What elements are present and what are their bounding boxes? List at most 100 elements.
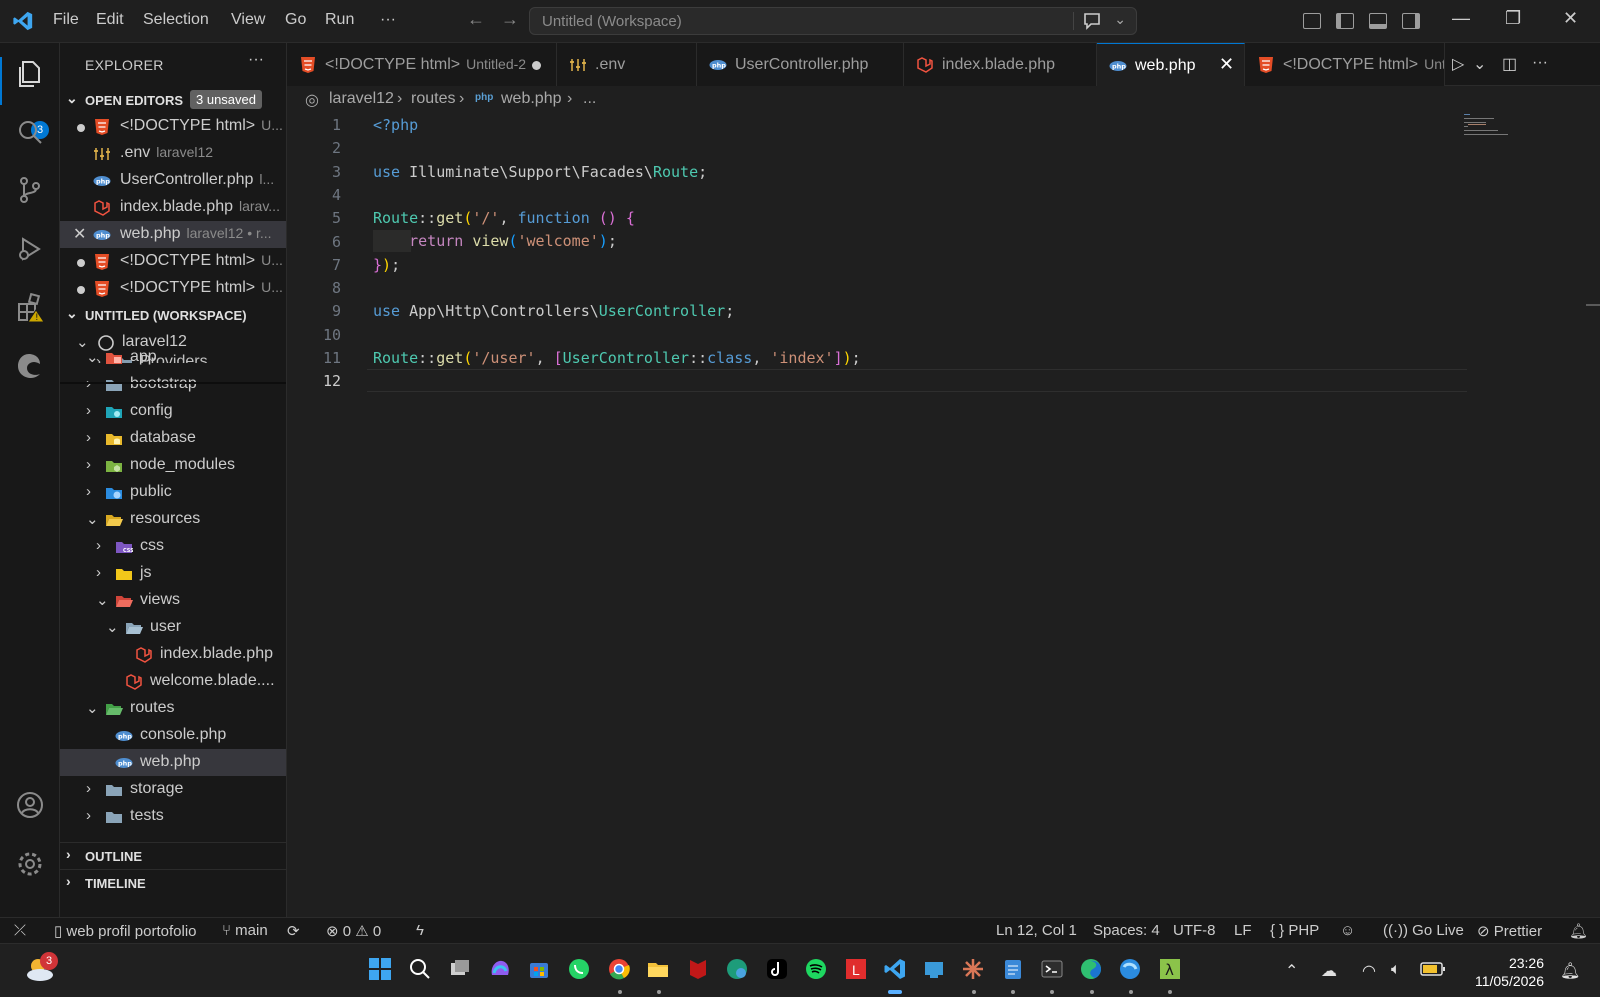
tree-folder-item[interactable]: › config	[60, 398, 286, 425]
minimap[interactable]	[1460, 112, 1520, 142]
copilot-chat-icon[interactable]	[1082, 12, 1102, 30]
edge-dev-icon[interactable]	[1118, 957, 1142, 981]
task-view-icon[interactable]	[448, 957, 472, 981]
chevron-down-icon[interactable]: ⌄	[1114, 11, 1126, 28]
terminal-icon[interactable]	[1040, 957, 1064, 981]
go-live-item[interactable]: ((·)) Go Live	[1383, 922, 1464, 939]
open-editor-item[interactable]: <!DOCTYPE html> U...	[60, 248, 286, 275]
battery-icon[interactable]	[1420, 962, 1446, 976]
wifi-icon[interactable]: ◠	[1362, 961, 1376, 981]
run-dropdown-chevron-icon[interactable]: ⌄	[1473, 54, 1486, 74]
edge-devtools-icon[interactable]	[14, 350, 46, 382]
notepad-icon[interactable]	[1001, 957, 1025, 981]
open-editor-item[interactable]: php UserController.php l...	[60, 167, 286, 194]
menu-run[interactable]: Run	[325, 11, 354, 29]
editor-tab[interactable]: php web.php ✕	[1097, 43, 1245, 86]
tree-folder-item[interactable]: ›bootstrap	[60, 371, 286, 398]
search-icon[interactable]	[408, 957, 432, 981]
tree-folder-item[interactable]: › CSS css	[60, 533, 286, 560]
close-window-icon[interactable]: ✕	[1563, 8, 1578, 29]
back-arrow-icon[interactable]: ←	[467, 9, 485, 30]
lightning-icon[interactable]: ϟ	[416, 922, 424, 939]
claude-icon[interactable]	[961, 957, 985, 981]
menu-file[interactable]: File	[53, 11, 79, 29]
notification-center-icon[interactable]: 🔔︎	[1560, 961, 1580, 981]
mcafee-icon[interactable]	[686, 957, 710, 981]
tree-folder-item[interactable]: ⌄ resources	[60, 506, 286, 533]
open-editor-item[interactable]: <!DOCTYPE html> U...	[60, 113, 286, 140]
tree-folder-item[interactable]: › storage	[60, 776, 286, 803]
tree-folder-item[interactable]: ⌄ app	[60, 344, 286, 371]
editor-tab[interactable]: php UserController.php	[697, 43, 904, 86]
indentation[interactable]: Spaces: 4	[1093, 922, 1160, 939]
tray-chevron-icon[interactable]: ⌃	[1285, 961, 1298, 981]
editor-tab[interactable]: <!DOCTYPE html> Unt	[1245, 43, 1445, 86]
whatsapp-icon[interactable]	[567, 957, 591, 981]
timeline-header[interactable]: › TIMELINE	[60, 869, 286, 895]
toggle-secondary-sidebar-icon[interactable]	[1402, 13, 1420, 29]
run-debug-icon[interactable]	[14, 233, 46, 265]
encoding[interactable]: UTF-8	[1173, 922, 1216, 939]
file-explorer-icon[interactable]	[646, 957, 670, 981]
customize-layout-icon[interactable]	[1303, 13, 1321, 29]
menu-more[interactable]: ···	[380, 11, 396, 29]
volume-icon[interactable]: 🔈︎	[1391, 961, 1401, 979]
project-item[interactable]: ▯ web profil portofolio	[54, 922, 197, 940]
command-center[interactable]: Untitled (Workspace) ⌄	[529, 7, 1137, 35]
open-editor-item[interactable]: <!DOCTYPE html> U...	[60, 275, 286, 302]
run-file-icon[interactable]: ▷	[1452, 54, 1464, 74]
toggle-panel-icon[interactable]	[1369, 13, 1387, 29]
branch-item[interactable]: ⑂ main	[222, 922, 268, 939]
cursor-position[interactable]: Ln 12, Col 1	[996, 922, 1077, 939]
tree-folder-item[interactable]: › public	[60, 479, 286, 506]
chrome-icon[interactable]	[607, 957, 631, 981]
close-editor-icon[interactable]: ✕	[73, 224, 86, 244]
laragon-icon[interactable]: L	[844, 957, 868, 981]
outline-header[interactable]: › OUTLINE	[60, 842, 286, 868]
settings-gear-icon[interactable]	[14, 848, 46, 880]
edge-icon[interactable]	[1079, 957, 1103, 981]
tree-folder-item[interactable]: › js	[60, 560, 286, 587]
editor-tab[interactable]: <!DOCTYPE html> Untitled-2	[287, 43, 557, 86]
end-of-line[interactable]: LF	[1234, 922, 1252, 939]
tree-folder-item[interactable]: ⌄ user	[60, 614, 286, 641]
vscode-taskbar-icon[interactable]	[883, 957, 907, 981]
tree-folder-item[interactable]: › node_modules	[60, 452, 286, 479]
minimize-icon[interactable]: —	[1452, 8, 1470, 29]
onedrive-cloud-icon[interactable]: ☁	[1321, 961, 1337, 981]
tree-file-item[interactable]: welcome.blade....	[60, 668, 286, 695]
close-tab-icon[interactable]: ✕	[1219, 54, 1234, 75]
open-editor-item[interactable]: index.blade.php larav...	[60, 194, 286, 221]
account-icon[interactable]	[14, 789, 46, 821]
lambda-app-icon[interactable]: λ	[1158, 957, 1182, 981]
scrollbar[interactable]	[1586, 304, 1600, 306]
breadcrumb-item-webphp[interactable]: web.php	[501, 90, 562, 108]
tree-file-item[interactable]: index.blade.php	[60, 641, 286, 668]
remote-indicator-icon[interactable]: ⤫	[14, 922, 26, 939]
language-mode[interactable]: { } PHP	[1270, 922, 1319, 939]
menu-go[interactable]: Go	[285, 11, 306, 29]
open-editor-item[interactable]: .env laravel12	[60, 140, 286, 167]
restore-icon[interactable]: ❐	[1505, 8, 1521, 29]
tree-file-item[interactable]: php web.php	[60, 749, 286, 776]
workspace-header[interactable]: ⌄ UNTITLED (WORKSPACE)	[60, 302, 286, 328]
clock[interactable]: 23:26 11/05/2026	[1475, 954, 1544, 990]
spotify-icon[interactable]	[804, 957, 828, 981]
windows-start-icon[interactable]	[368, 957, 392, 981]
more-actions-icon[interactable]: ···	[1532, 54, 1548, 72]
breadcrumb-item-routes[interactable]: routes	[411, 90, 455, 108]
forward-arrow-icon[interactable]: →	[501, 9, 519, 30]
breadcrumb-item-symbols[interactable]: ...	[583, 90, 596, 108]
explorer-icon[interactable]	[14, 58, 46, 90]
editor-tab[interactable]: .env	[557, 43, 697, 86]
toggle-sidebar-icon[interactable]	[1336, 13, 1354, 29]
menu-view[interactable]: View	[231, 11, 265, 29]
unsaved-dot-icon[interactable]	[532, 61, 541, 70]
tree-folder-item[interactable]: › database	[60, 425, 286, 452]
tree-folder-item[interactable]: ⌄ views	[60, 587, 286, 614]
breadcrumb-item-laravel12[interactable]: laravel12	[329, 90, 394, 108]
sync-icon[interactable]: ⟳	[287, 922, 300, 940]
source-control-icon[interactable]	[14, 174, 46, 206]
more-actions-icon[interactable]: ···	[248, 51, 264, 69]
open-editors-header[interactable]: ⌄ OPEN EDITORS 3 unsaved	[60, 87, 286, 113]
